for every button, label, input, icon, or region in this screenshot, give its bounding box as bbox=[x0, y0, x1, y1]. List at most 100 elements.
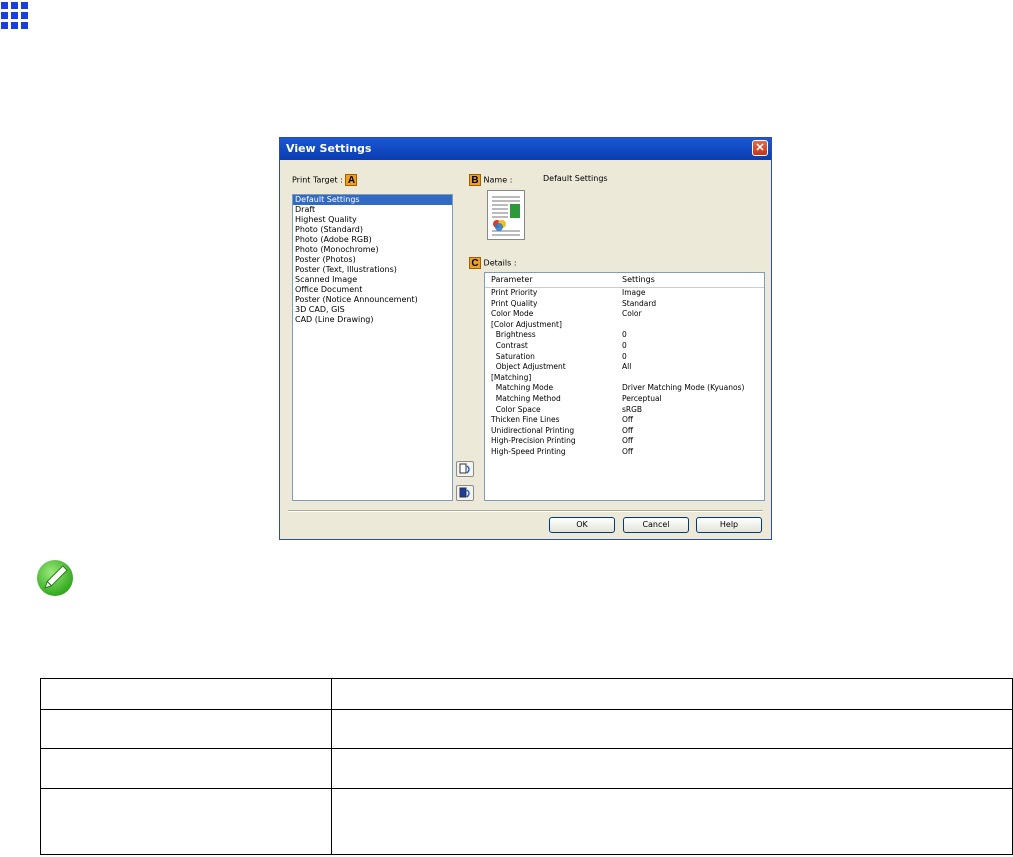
separator bbox=[288, 510, 763, 512]
table-row bbox=[40, 709, 1013, 749]
close-icon: ✕ bbox=[755, 142, 765, 154]
parameter-cell: High-Speed Printing bbox=[491, 446, 566, 456]
name-row: B Name : bbox=[469, 174, 512, 186]
details-row: Contrast 0 bbox=[485, 341, 764, 352]
details-row: High-Speed Printing Off bbox=[485, 447, 764, 458]
details-row: Matching Mode Driver Matching Mode (Kyuan… bbox=[485, 383, 764, 394]
badge-b: B bbox=[469, 174, 481, 186]
list-item[interactable]: Highest Quality bbox=[293, 215, 452, 225]
list-item[interactable]: Photo (Standard) bbox=[293, 225, 452, 235]
details-row: Object Adjustment All bbox=[485, 362, 764, 373]
dialog-titlebar[interactable]: View Settings ✕ bbox=[280, 138, 771, 160]
name-value: Default Settings bbox=[543, 174, 608, 183]
setting-cell: Off bbox=[622, 446, 634, 456]
setting-cell: Off bbox=[622, 415, 634, 425]
setting-cell: All bbox=[622, 362, 632, 372]
setting-cell: Standard bbox=[622, 298, 657, 308]
table-cell bbox=[40, 748, 332, 789]
setting-cell: 0 bbox=[622, 351, 627, 361]
add-settings-icon bbox=[459, 463, 470, 474]
edit-settings-icon bbox=[459, 487, 470, 498]
setting-cell: Color bbox=[622, 309, 642, 319]
name-label: Name : bbox=[483, 175, 513, 185]
list-item[interactable]: CAD (Line Drawing) bbox=[293, 315, 452, 325]
list-item[interactable]: Scanned Image bbox=[293, 275, 452, 285]
parameter-cell: Print Priority bbox=[491, 288, 538, 297]
setting-cell: Perceptual bbox=[622, 393, 662, 403]
details-row: High-Precision Printing Off bbox=[485, 436, 764, 447]
table-cell bbox=[331, 709, 1013, 749]
details-row: [Color Adjustment] bbox=[485, 320, 764, 331]
details-header: Parameter Settings bbox=[485, 273, 764, 288]
setting-cell: Off bbox=[622, 436, 634, 446]
list-item[interactable]: Default Settings bbox=[293, 195, 452, 205]
setting-cell: Driver Matching Mode (Kyuanos) bbox=[622, 383, 745, 393]
list-item[interactable]: Draft bbox=[293, 205, 452, 215]
details-label: Details : bbox=[483, 258, 517, 268]
list-item[interactable]: Photo (Monochrome) bbox=[293, 245, 452, 255]
parameter-cell: Saturation bbox=[491, 351, 535, 361]
edit-settings-button[interactable] bbox=[456, 485, 474, 501]
list-item[interactable]: Poster (Notice Announcement) bbox=[293, 295, 452, 305]
table-row bbox=[40, 678, 1013, 710]
setting-cell: sRGB bbox=[622, 404, 643, 414]
dialog-title: View Settings bbox=[286, 142, 372, 155]
parameter-cell: Matching Mode bbox=[491, 383, 554, 393]
grid-icon bbox=[0, 0, 30, 30]
table-cell bbox=[331, 748, 1013, 789]
cancel-button[interactable]: Cancel bbox=[623, 517, 689, 533]
parameter-cell: Brightness bbox=[491, 330, 536, 340]
table-cell bbox=[40, 788, 332, 855]
print-target-list[interactable]: Default Settings Draft Highest Quality Phot… bbox=[292, 194, 453, 501]
table-row bbox=[40, 748, 1013, 789]
list-item[interactable]: Poster (Text, Illustrations) bbox=[293, 265, 452, 275]
parameter-cell: Print Quality bbox=[491, 298, 538, 308]
parameter-cell: Contrast bbox=[491, 340, 528, 350]
print-target-label: Print Target : bbox=[292, 175, 343, 185]
list-item[interactable]: Photo (Adobe RGB) bbox=[293, 235, 452, 245]
details-row: Color Mode Color bbox=[485, 309, 764, 320]
document-preview-icon bbox=[487, 190, 525, 240]
details-row: Saturation 0 bbox=[485, 352, 764, 363]
table-cell bbox=[40, 678, 332, 710]
table-cell bbox=[40, 709, 332, 749]
details-row: Unidirectional Printing Off bbox=[485, 426, 764, 437]
list-item[interactable]: Office Document bbox=[293, 285, 452, 295]
view-settings-dialog: View Settings ✕ Print Target : A Default… bbox=[279, 137, 772, 540]
parameter-cell: Object Adjustment bbox=[491, 362, 566, 372]
col-settings: Settings bbox=[622, 275, 655, 284]
parameter-cell: Thicken Fine Lines bbox=[491, 415, 560, 425]
setting-cell: Image bbox=[622, 288, 646, 297]
details-list[interactable]: Parameter Settings Print Priority Image Pr… bbox=[484, 272, 765, 501]
parameter-cell: Matching Method bbox=[491, 393, 561, 403]
ok-button[interactable]: OK bbox=[549, 517, 615, 533]
setting-cell: 0 bbox=[622, 330, 627, 340]
list-item[interactable]: 3D CAD, GIS bbox=[293, 305, 452, 315]
col-parameter: Parameter bbox=[491, 275, 533, 284]
setting-cell: 0 bbox=[622, 340, 627, 350]
badge-c: C bbox=[469, 257, 481, 269]
table-row bbox=[40, 788, 1013, 855]
add-settings-button[interactable] bbox=[456, 461, 474, 477]
parameter-cell: [Color Adjustment] bbox=[491, 319, 562, 329]
details-label-row: C Details : bbox=[469, 257, 517, 269]
info-table bbox=[40, 678, 1013, 855]
details-row: Brightness 0 bbox=[485, 330, 764, 341]
parameter-cell: Color Space bbox=[491, 404, 541, 414]
details-row: Print Priority Image bbox=[485, 288, 764, 299]
parameter-cell: High-Precision Printing bbox=[491, 436, 576, 446]
list-item[interactable]: Poster (Photos) bbox=[293, 255, 452, 265]
table-cell bbox=[331, 678, 1013, 710]
help-button[interactable]: Help bbox=[696, 517, 762, 533]
details-row: Print Quality Standard bbox=[485, 299, 764, 310]
setting-cell: Off bbox=[622, 425, 634, 435]
parameter-cell: [Matching] bbox=[491, 372, 532, 382]
parameter-cell: Color Mode bbox=[491, 309, 534, 319]
parameter-cell: Unidirectional Printing bbox=[491, 425, 575, 435]
badge-a: A bbox=[345, 174, 358, 186]
details-row: Color Space sRGB bbox=[485, 405, 764, 416]
pencil-note-icon bbox=[37, 560, 73, 596]
close-button[interactable]: ✕ bbox=[752, 140, 768, 156]
details-rows: Print Priority Image Print Quality Standard… bbox=[485, 288, 764, 458]
table-cell bbox=[331, 788, 1013, 855]
